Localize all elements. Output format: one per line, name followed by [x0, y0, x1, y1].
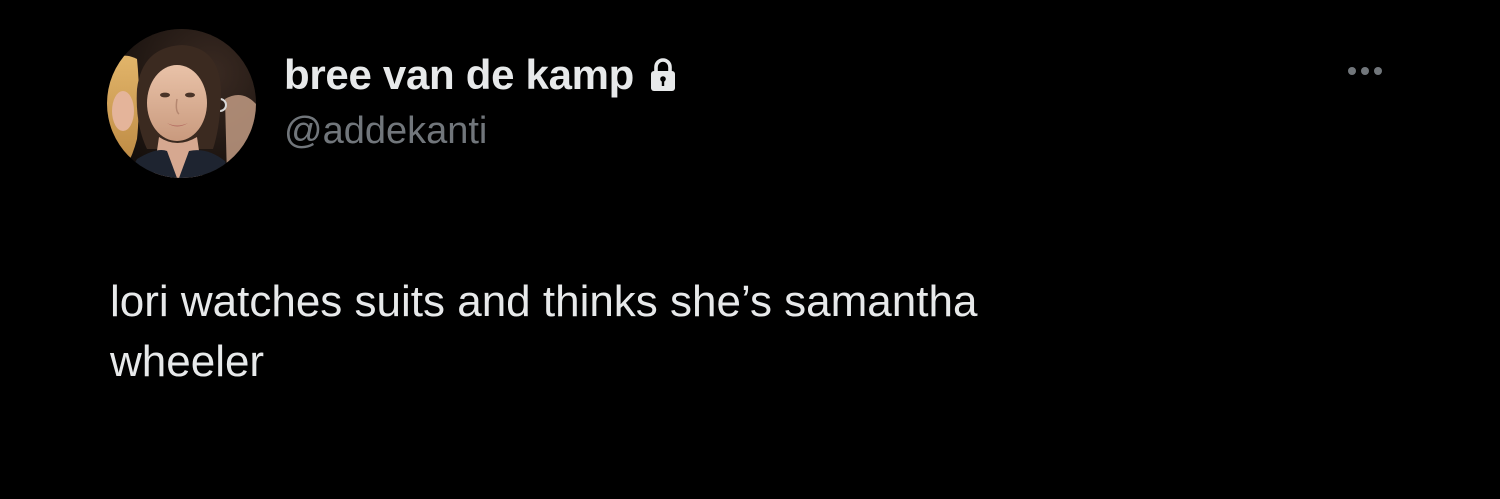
- tweet-card: bree van de kamp @addekanti lori watches…: [0, 0, 1500, 499]
- lock-icon: [648, 57, 678, 93]
- avatar-photo: [107, 29, 256, 178]
- tweet-text: lori watches suits and thinks she’s sama…: [110, 277, 978, 386]
- avatar[interactable]: [107, 29, 256, 178]
- more-options-button[interactable]: [1340, 56, 1390, 86]
- author-name-row: bree van de kamp: [284, 48, 678, 102]
- author-handle[interactable]: @addekanti: [284, 110, 487, 153]
- display-name[interactable]: bree van de kamp: [284, 51, 634, 99]
- more-options-icon: [1348, 67, 1382, 75]
